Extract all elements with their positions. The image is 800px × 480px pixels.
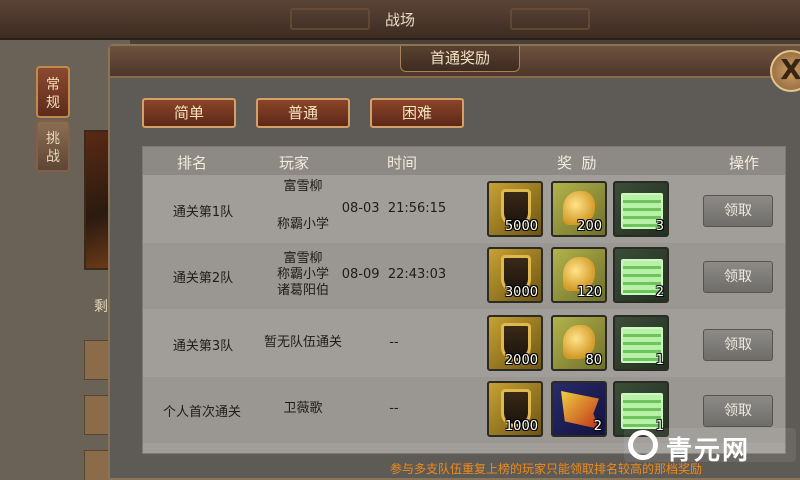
reward-quantity: 3000 xyxy=(504,285,538,300)
reward-golden-ear-item[interactable]: 200 xyxy=(551,181,607,237)
reward-quantity: 1000 xyxy=(504,419,538,434)
reward-table: 排名 玩家 时间 奖 励 操作 通关第1队 富雪柳 称霸小学 08-03 21:… xyxy=(142,146,786,454)
reward-war-flag-item[interactable]: 2 xyxy=(551,381,607,437)
team-player-3: 诸葛阳伯 xyxy=(276,283,329,298)
reward-quantity: 2 xyxy=(655,285,664,300)
reward-quantity: 2 xyxy=(593,419,602,434)
reward-green-crate-item[interactable]: 1 xyxy=(613,315,669,371)
reward-shield-item[interactable]: 1000 xyxy=(487,381,543,437)
watermark-logo: 青元网 xyxy=(624,428,796,466)
team-player-1: 富雪柳 xyxy=(283,179,323,194)
claim-button[interactable]: 领取 xyxy=(703,395,773,427)
table-row: 通关第2队 富雪柳 称霸小学 诸葛阳伯 08-09 22:43:03 3000 … xyxy=(143,243,785,309)
first-clear-reward-dialog: 首通奖励 X 简单 普通 困难 排名 玩家 时间 奖 励 操作 通关第1队 富雪… xyxy=(108,44,800,480)
dialog-title: 首通奖励 xyxy=(400,46,520,72)
table-header: 排名 玩家 时间 奖 励 操作 xyxy=(143,147,785,175)
dialog-header: 首通奖励 xyxy=(110,46,800,78)
rank-label: 通关第1队 xyxy=(172,205,234,220)
header-time: 时间 xyxy=(387,154,418,172)
clear-time: 08-09 22:43:03 xyxy=(341,267,447,282)
side-tab-normal[interactable]: 常 规 xyxy=(36,66,70,118)
screen-title: 战场 xyxy=(384,11,415,29)
top-bar: 战场 xyxy=(0,0,800,40)
team-player-2: 称霸小学 xyxy=(276,267,329,282)
team-player-1: 卫薇歌 xyxy=(283,401,323,416)
team-player-3: 称霸小学 xyxy=(276,217,329,232)
reward-quantity: 3 xyxy=(655,219,664,234)
reward-green-crate-item[interactable]: 3 xyxy=(613,181,669,237)
difficulty-normal-button[interactable]: 普通 xyxy=(256,98,350,128)
difficulty-easy-button[interactable]: 简单 xyxy=(142,98,236,128)
reward-quantity: 200 xyxy=(577,219,602,234)
logo-ring-icon xyxy=(628,430,658,460)
reward-shield-item[interactable]: 3000 xyxy=(487,247,543,303)
rank-label: 通关第3队 xyxy=(172,339,234,354)
reward-quantity: 2000 xyxy=(504,353,538,368)
side-tab-challenge[interactable]: 挑 战 xyxy=(36,120,70,172)
reward-quantity: 5000 xyxy=(504,219,538,234)
header-reward: 奖 励 xyxy=(557,154,597,172)
claim-button[interactable]: 领取 xyxy=(703,195,773,227)
clear-time: 08-03 21:56:15 xyxy=(341,201,447,216)
watermark-text: 青元网 xyxy=(666,436,751,466)
reward-golden-ear-item[interactable]: 80 xyxy=(551,315,607,371)
table-row: 通关第1队 富雪柳 称霸小学 08-03 21:56:15 5000 200 3… xyxy=(143,177,785,243)
reward-green-crate-item[interactable]: 2 xyxy=(613,247,669,303)
reward-golden-ear-item[interactable]: 120 xyxy=(551,247,607,303)
clear-time: -- xyxy=(389,335,399,350)
team-player-1: 富雪柳 xyxy=(283,251,323,266)
clear-time: -- xyxy=(389,401,399,416)
reward-quantity: 1 xyxy=(655,353,664,368)
background-partial-text: 剩 xyxy=(94,299,108,315)
rank-label: 通关第2队 xyxy=(172,271,234,286)
claim-button[interactable]: 领取 xyxy=(703,261,773,293)
header-action: 操作 xyxy=(729,154,760,172)
rank-label: 个人首次通关 xyxy=(162,405,241,420)
reward-quantity: 80 xyxy=(585,353,602,368)
reward-shield-item[interactable]: 5000 xyxy=(487,181,543,237)
reward-quantity: 120 xyxy=(577,285,602,300)
close-button[interactable]: X xyxy=(770,50,800,92)
table-row: 通关第3队 暂无队伍通关 -- 2000 80 1 领取 xyxy=(143,311,785,377)
title-ornament-right xyxy=(510,8,590,30)
header-rank: 排名 xyxy=(177,154,208,172)
claim-button[interactable]: 领取 xyxy=(703,329,773,361)
reward-shield-item[interactable]: 2000 xyxy=(487,315,543,371)
difficulty-hard-button[interactable]: 困难 xyxy=(370,98,464,128)
header-player: 玩家 xyxy=(279,154,310,172)
